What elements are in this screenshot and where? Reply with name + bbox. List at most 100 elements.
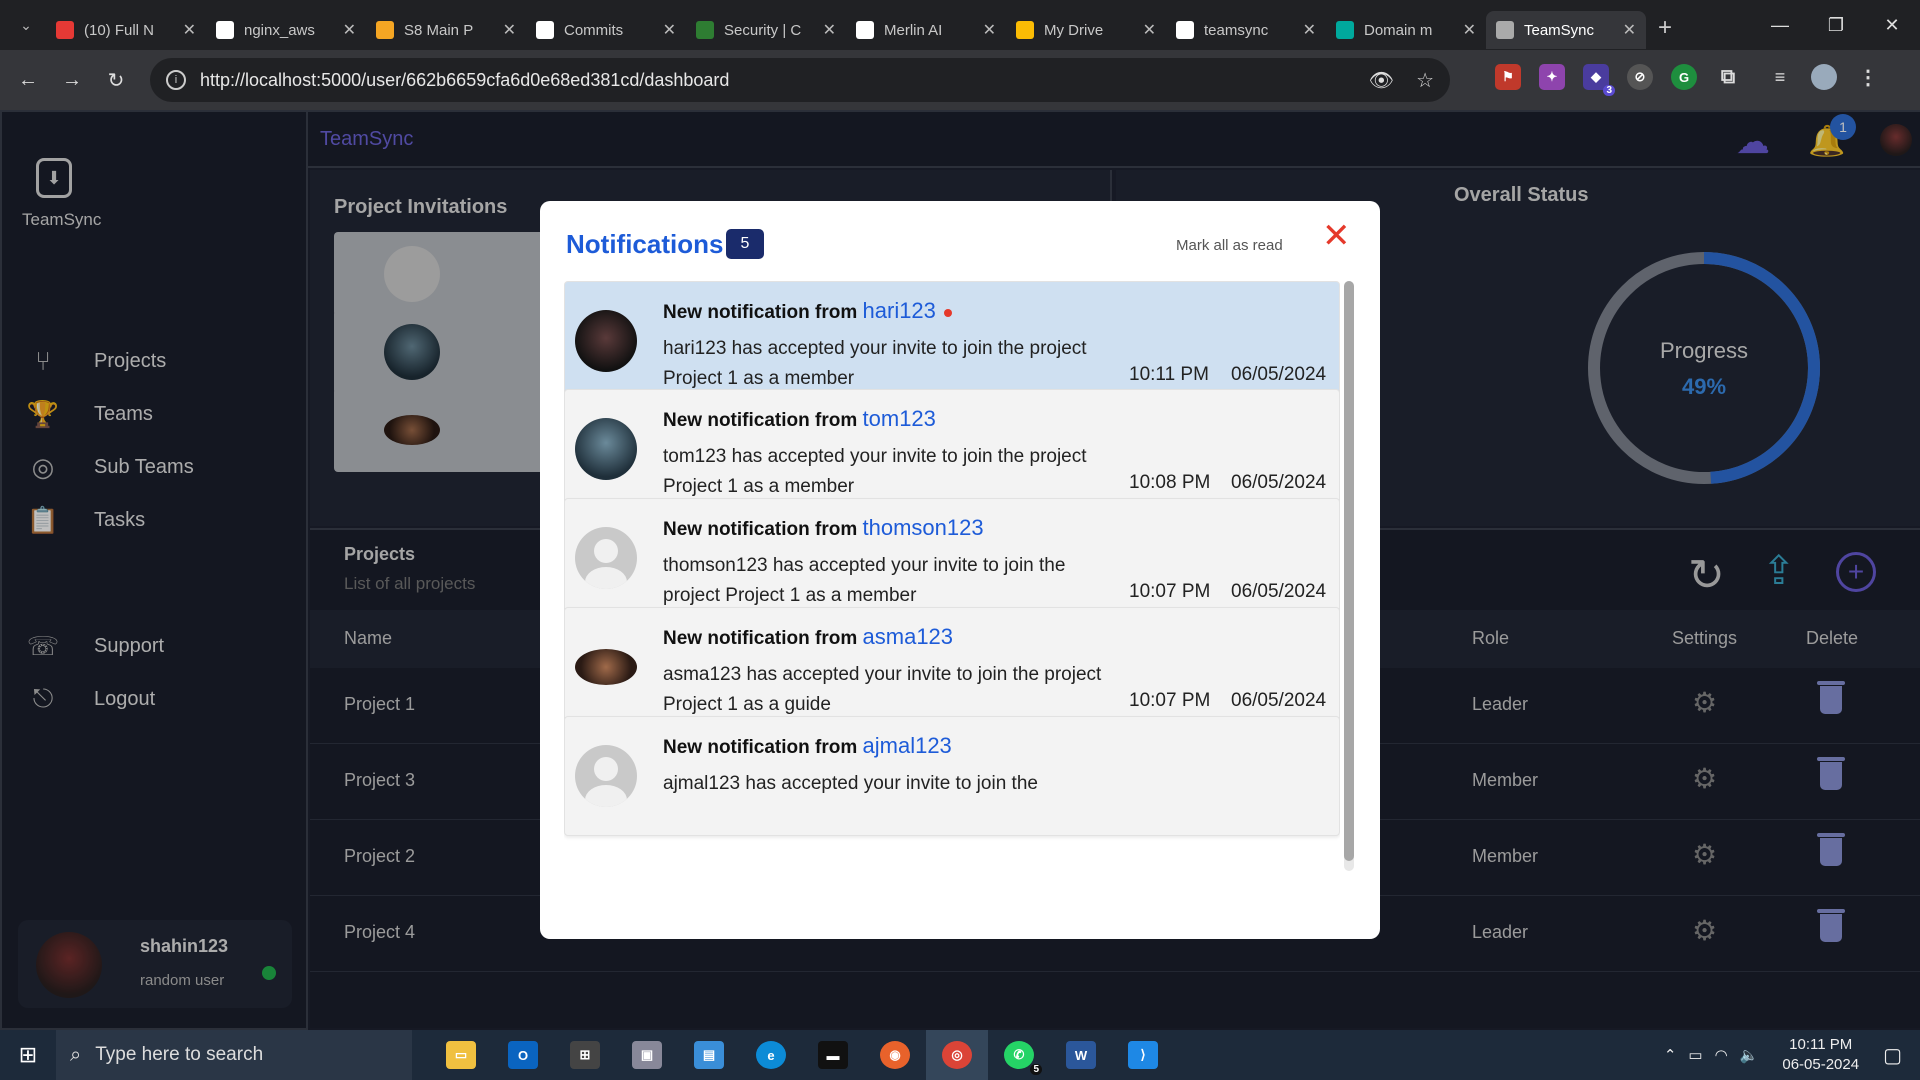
eye-icon[interactable]: 👁	[1369, 68, 1394, 93]
vscode-icon[interactable]: ⟩	[1112, 1030, 1174, 1080]
search-icon: ⌕	[70, 1043, 82, 1066]
scrollbar-thumb[interactable]	[1344, 281, 1354, 861]
forward-button[interactable]: →	[50, 69, 94, 92]
tab-close-icon[interactable]: ✕	[1623, 20, 1636, 40]
clock[interactable]: 10:11 PM 06-05-2024	[1782, 1035, 1859, 1075]
avatar	[575, 745, 637, 807]
browser-tab[interactable]: teamsync ✕	[1166, 11, 1326, 49]
browser-tab[interactable]: My Drive ✕	[1006, 11, 1166, 49]
notification-time: 10:07 PM	[1129, 690, 1211, 711]
battery-icon[interactable]: ▭	[1688, 1046, 1702, 1064]
tab-title: Domain m	[1364, 21, 1433, 39]
reload-button[interactable]: ↻	[94, 68, 138, 93]
tab-close-icon[interactable]: ✕	[983, 20, 996, 40]
grammarly-icon[interactable]: G	[1671, 64, 1697, 90]
wifi-icon[interactable]: ◠	[1715, 1046, 1728, 1064]
compass-extension-icon[interactable]: ⊘	[1627, 64, 1653, 90]
new-tab-button[interactable]: +	[1658, 14, 1672, 42]
notification-heading: New notification from asma123	[663, 624, 953, 650]
browser-tab[interactable]: nginx_aws ✕	[206, 11, 366, 49]
notification-user: ajmal123	[862, 733, 952, 758]
control-panel-icon[interactable]: ▤	[678, 1030, 740, 1080]
notification-prefix: New notification from	[663, 410, 858, 431]
notification-center-icon[interactable]: ▢	[1883, 1043, 1902, 1068]
notification-heading: New notification from ajmal123	[663, 733, 952, 759]
bookmark-star-icon[interactable]: ☆	[1416, 68, 1434, 93]
notification-prefix: New notification from	[663, 302, 858, 323]
extension-icon[interactable]: ⚑	[1495, 64, 1521, 90]
notification-item[interactable]: New notification from ajmal123 ajmal123 …	[564, 716, 1340, 836]
windows-start-icon[interactable]: ⊞	[0, 1042, 56, 1068]
notification-item[interactable]: New notification from tom123 tom123 has …	[564, 389, 1340, 509]
browser-tab[interactable]: (10) Full N ✕	[46, 11, 206, 49]
tab-close-icon[interactable]: ✕	[183, 20, 196, 40]
browser-tab[interactable]: Merlin AI ✕	[846, 11, 1006, 49]
mark-all-read-button[interactable]: Mark all as read	[1176, 237, 1283, 254]
windows-taskbar: ⊞ ⌕ Type here to search ▭ O ⊞ ▣ ▤ e ▬ ◉ ◎…	[0, 1030, 1920, 1080]
notification-item[interactable]: New notification from hari123 hari123 ha…	[564, 281, 1340, 401]
notion-icon	[1176, 21, 1194, 39]
word-icon[interactable]: W	[1050, 1030, 1112, 1080]
tab-close-icon[interactable]: ✕	[1143, 20, 1156, 40]
media-control-icon[interactable]: ≡	[1767, 64, 1793, 90]
browser-tab[interactable]: TeamSync ✕	[1486, 11, 1646, 49]
omnibox[interactable]: i http://localhost:5000/user/662b6659cfa…	[150, 58, 1450, 102]
computer-icon[interactable]: ▣	[616, 1030, 678, 1080]
minimize-button[interactable]: —	[1752, 0, 1808, 50]
restore-button[interactable]: ❐	[1808, 0, 1864, 50]
puzzle-extensions-icon[interactable]: ⧉	[1715, 64, 1741, 90]
close-icon[interactable]: ✕	[1322, 219, 1351, 253]
extension-badge-icon[interactable]: ◆ 3	[1583, 64, 1615, 96]
tab-close-icon[interactable]: ✕	[663, 20, 676, 40]
chrome-icon[interactable]: ◎	[926, 1030, 988, 1080]
browser-tab[interactable]: S8 Main P ✕	[366, 11, 526, 49]
firefox-icon[interactable]: ◉	[864, 1030, 926, 1080]
tab-title: teamsync	[1204, 21, 1269, 39]
tab-close-icon[interactable]: ✕	[1463, 20, 1476, 40]
tab-close-icon[interactable]: ✕	[343, 20, 356, 40]
notification-date: 06/05/2024	[1231, 581, 1327, 602]
youtube-icon	[56, 21, 74, 39]
url-text[interactable]: http://localhost:5000/user/662b6659cfa6d…	[200, 70, 1347, 91]
browser-tab-bar: ⌄ (10) Full N ✕ nginx_aws ✕ S8 Main P ✕ Commit…	[0, 0, 1920, 50]
browser-tab[interactable]: Security | C ✕	[686, 11, 846, 49]
profile-avatar[interactable]	[1811, 64, 1837, 90]
browser-tab[interactable]: Commits ✕	[526, 11, 686, 49]
tab-close-icon[interactable]: ✕	[503, 20, 516, 40]
tray-overflow-icon[interactable]: ⌃	[1664, 1046, 1677, 1064]
notification-item[interactable]: New notification from asma123 asma123 ha…	[564, 607, 1340, 727]
notification-user: tom123	[862, 406, 936, 431]
whatsapp-icon[interactable]: ✆ 5	[988, 1030, 1050, 1080]
taskbar-search[interactable]: ⌕ Type here to search	[56, 1030, 412, 1080]
notification-time: 10:11 PM	[1129, 364, 1209, 385]
notification-heading: New notification from hari123	[663, 298, 952, 324]
notification-message: tom123 has accepted your invite to join …	[663, 446, 1087, 497]
notification-message: ajmal123 has accepted your invite to joi…	[663, 773, 1038, 794]
notification-prefix: New notification from	[663, 519, 858, 540]
back-button[interactable]: ←	[6, 69, 50, 92]
tab-close-icon[interactable]: ✕	[823, 20, 836, 40]
edge-icon[interactable]: e	[740, 1030, 802, 1080]
store-icon[interactable]: ⊞	[554, 1030, 616, 1080]
domain-icon	[1336, 21, 1354, 39]
notification-time: 10:08 PM	[1129, 472, 1211, 493]
merlin-extension-icon[interactable]: ✦	[1539, 64, 1565, 90]
tab-search-button[interactable]: ⌄	[6, 5, 46, 45]
notification-item[interactable]: New notification from thomson123 thomson…	[564, 498, 1340, 618]
notifications-modal: Notifications 5 Mark all as read ✕ New n…	[540, 201, 1380, 939]
browser-tab[interactable]: Domain m ✕	[1326, 11, 1486, 49]
browser-menu-icon[interactable]: ⋮	[1855, 64, 1881, 90]
taskbar-apps: ▭ O ⊞ ▣ ▤ e ▬ ◉ ◎ ✆ 5 W ⟩	[430, 1030, 1174, 1080]
system-tray: ⌃ ▭ ◠ 🔈 10:11 PM 06-05-2024 ▢	[1664, 1030, 1920, 1080]
outlook-icon[interactable]: O	[492, 1030, 554, 1080]
notifications-scrollbar[interactable]	[1344, 281, 1354, 871]
tab-close-icon[interactable]: ✕	[1303, 20, 1316, 40]
leaf-icon	[696, 21, 714, 39]
close-window-button[interactable]: ✕	[1864, 0, 1920, 50]
terminal-icon[interactable]: ▬	[802, 1030, 864, 1080]
tab-title: Merlin AI	[884, 21, 943, 39]
file-explorer-icon[interactable]: ▭	[430, 1030, 492, 1080]
site-info-icon[interactable]: i	[166, 70, 186, 90]
volume-icon[interactable]: 🔈	[1740, 1046, 1759, 1064]
github-icon	[216, 21, 234, 39]
